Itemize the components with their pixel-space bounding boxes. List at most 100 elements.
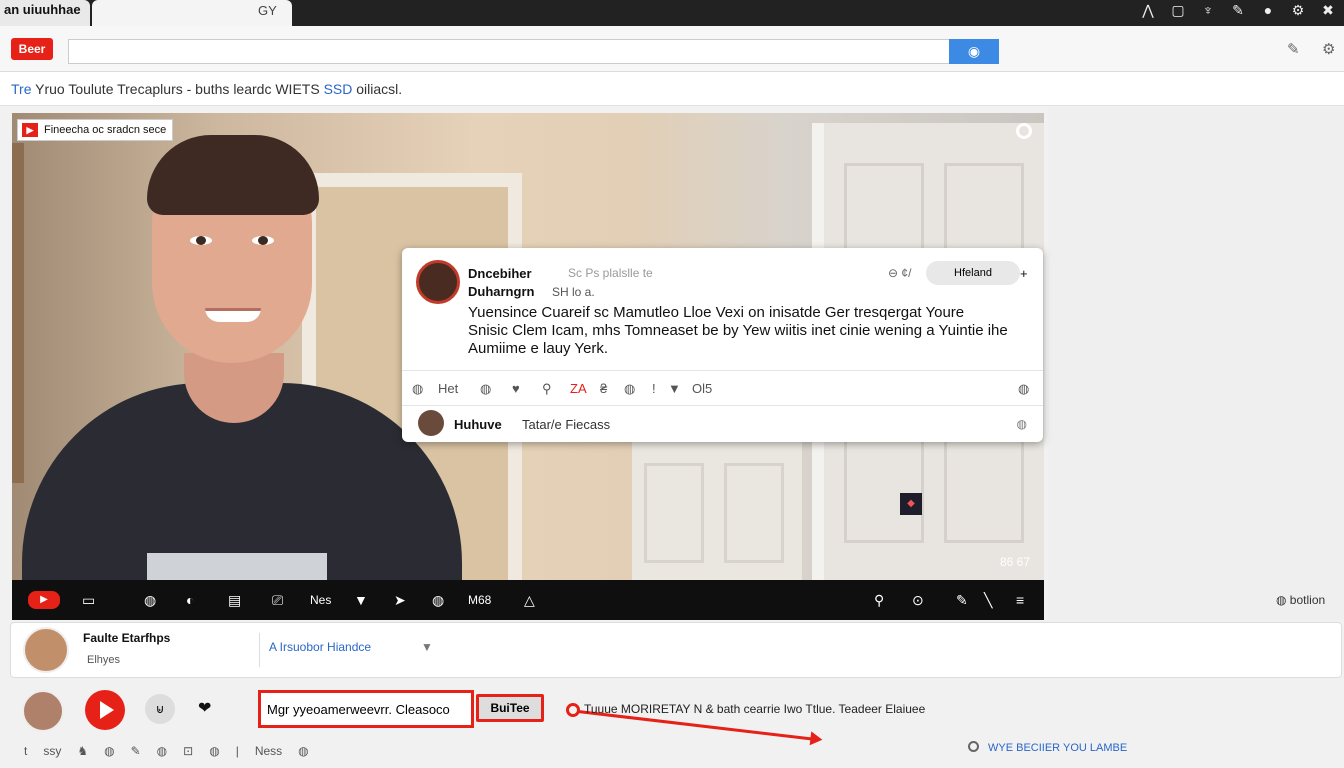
comment-input[interactable]: [258, 690, 474, 728]
pen-icon[interactable]: ✎: [1287, 40, 1300, 58]
comment-submeta: SH lo a.: [552, 285, 595, 299]
text-icon[interactable]: t: [24, 744, 27, 758]
pen-icon[interactable]: ✎: [956, 590, 968, 610]
share-icon[interactable]: ◍: [480, 381, 491, 397]
follow-button[interactable]: Hfeland: [926, 261, 1020, 285]
video-time: 86 67: [999, 555, 1030, 569]
play-button[interactable]: [85, 690, 125, 730]
speed-icon[interactable]: ◍: [144, 590, 156, 610]
heart-icon[interactable]: ♥: [512, 381, 520, 396]
reply-text: Tatar/e Fiecass: [522, 417, 611, 432]
wall-frame: [12, 143, 24, 483]
reply-author[interactable]: Huhuve: [454, 417, 502, 432]
comment-author[interactable]: Dncebiher: [468, 266, 532, 281]
window-icon[interactable]: ⎚: [272, 590, 283, 610]
tab-secondary[interactable]: GY: [92, 0, 292, 26]
options-icon[interactable]: ⊖ ¢/: [888, 266, 911, 280]
screen-icon[interactable]: ▭: [82, 590, 95, 610]
search-icon[interactable]: ⚲: [542, 381, 552, 397]
more-icon[interactable]: ◍: [1018, 381, 1029, 397]
bottom-link[interactable]: WYE BECIIER YOU LAMBE: [988, 742, 1127, 754]
play-logo-icon: ▶: [22, 123, 38, 137]
search-icon[interactable]: ⚲: [874, 590, 884, 610]
slash-icon[interactable]: ╲: [984, 590, 992, 610]
door-panel: [644, 463, 704, 563]
comment-actions: ◍ Het ◍ ♥ ⚲ ZA ₴ ◍ ! ▼ Ol5 ◍: [402, 370, 1043, 406]
person-eye: [252, 236, 274, 245]
gear-icon[interactable]: ⚙: [1290, 2, 1306, 19]
alert-icon[interactable]: !: [652, 381, 656, 396]
like-button[interactable]: ⊌: [145, 694, 175, 724]
tab-bar: an uiuuhhae GY ⋀ ▢ ♆ ✎ ● ⚙ ✖: [0, 0, 1344, 26]
settings-ring-icon[interactable]: [1016, 123, 1032, 139]
ness-label[interactable]: Ness: [255, 744, 282, 758]
search-button[interactable]: ◉: [949, 39, 999, 64]
square-icon[interactable]: ▢: [1170, 2, 1186, 19]
save-icon[interactable]: ◍: [624, 381, 635, 397]
title-end: oiliacsl.: [356, 81, 403, 97]
channel-name[interactable]: Faulte Etarfhps: [83, 631, 170, 645]
translate-icon[interactable]: ZA: [570, 381, 587, 396]
circle-icon[interactable]: [968, 741, 979, 752]
title-highlight: SSD: [323, 81, 353, 97]
circle-icon[interactable]: ◍: [104, 744, 114, 758]
chevron-down-icon[interactable]: ▼: [354, 590, 368, 610]
button-link[interactable]: ◍ botlion: [1276, 593, 1325, 607]
tab-secondary-label: GY: [258, 3, 277, 18]
quality-label[interactable]: M68: [468, 590, 491, 610]
hearts-label[interactable]: Het: [438, 381, 458, 396]
door-panel: [724, 463, 784, 563]
title-suffix: - buths leardc WIETS: [186, 81, 320, 97]
arrow-icon[interactable]: ⋀: [1140, 2, 1156, 19]
avatar[interactable]: [23, 627, 69, 673]
bar-icon[interactable]: |: [236, 744, 239, 758]
menu-icon[interactable]: ≡: [1016, 590, 1024, 610]
comment-text: Yuensince Cuareif sc Mamutleo Lloe Vexi …: [468, 304, 1008, 357]
pen-icon[interactable]: ✎: [1230, 2, 1246, 19]
title-prefix: Tre: [11, 81, 32, 97]
send-icon[interactable]: ➤: [394, 590, 406, 610]
channel-info-row: Faulte Etarfhps Elhyes A Irsuobor Hiandc…: [10, 622, 1342, 678]
person-mouth: [205, 308, 261, 322]
search-input[interactable]: [68, 39, 950, 64]
reaction-icon[interactable]: ◍: [412, 381, 423, 397]
audio-icon[interactable]: ◍: [432, 590, 444, 610]
heart-icon[interactable]: ❤: [198, 698, 211, 718]
user-label[interactable]: ssy: [43, 744, 61, 758]
title-row: Tre Yruo Toulute Trecaplurs - buths lear…: [0, 72, 1344, 106]
pen-icon[interactable]: ✎: [131, 744, 141, 758]
captions-icon[interactable]: ▤: [228, 590, 241, 610]
cast-icon[interactable]: ◆: [900, 493, 922, 515]
knight-icon[interactable]: ♞: [77, 744, 88, 758]
page-title: Tre Yruo Toulute Trecaplurs - buths lear…: [11, 81, 402, 97]
avatar[interactable]: [418, 410, 444, 436]
sync-icon[interactable]: ◐: [186, 590, 194, 610]
divider: [259, 633, 260, 667]
circle-icon[interactable]: ◍: [298, 744, 308, 758]
live-badge[interactable]: ▶: [28, 591, 60, 609]
close-icon[interactable]: ✖: [1320, 2, 1336, 19]
channel-link[interactable]: A Irsuobor Hiandce: [269, 640, 371, 654]
circle-icon[interactable]: ◍: [157, 744, 167, 758]
plus-icon[interactable]: +: [1020, 266, 1028, 281]
share-button[interactable]: BuiTee: [476, 694, 544, 722]
loop-icon[interactable]: ⊙: [912, 590, 924, 610]
chevron-down-icon[interactable]: ▼: [668, 381, 681, 396]
gear-icon[interactable]: ⚙: [1322, 40, 1335, 58]
site-logo[interactable]: Beer: [11, 38, 53, 60]
avatar[interactable]: [22, 690, 64, 732]
tab-active[interactable]: an uiuuhhae: [0, 0, 90, 26]
currency-icon[interactable]: ₴: [600, 381, 607, 396]
count-label: Ol5: [692, 381, 713, 396]
trident-icon[interactable]: ♆: [1200, 2, 1216, 19]
triangle-icon[interactable]: △: [524, 590, 535, 610]
circle-icon[interactable]: ◍: [209, 744, 219, 758]
channel-badge[interactable]: ▶ Fineecha oc sradcn sece: [17, 119, 174, 141]
reply-icon[interactable]: ◍: [1017, 417, 1027, 431]
news-label[interactable]: Nes: [310, 590, 331, 610]
record-icon[interactable]: ●: [1260, 2, 1276, 19]
avatar[interactable]: [416, 260, 460, 304]
comment-card: Dncebiher Sc Ps plalslle te Duharngrn SH…: [402, 248, 1043, 442]
frame-icon[interactable]: ⊡: [183, 744, 193, 758]
chevron-down-icon[interactable]: ▼: [421, 640, 433, 654]
